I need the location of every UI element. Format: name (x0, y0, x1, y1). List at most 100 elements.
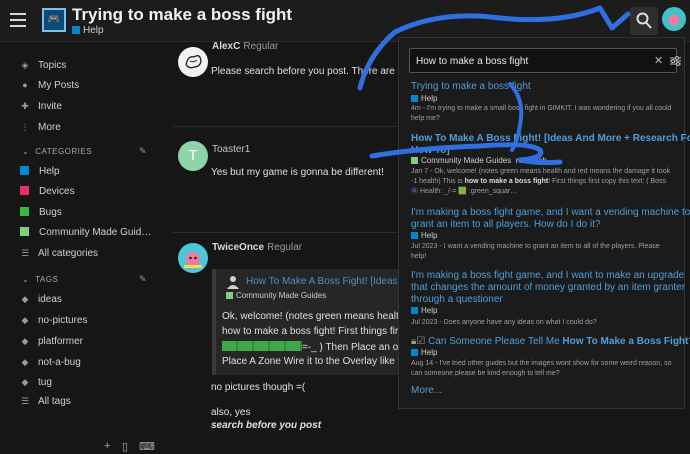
sidebar-item-label: no-pictures (38, 315, 88, 326)
edit-tags-icon[interactable]: ✎ (139, 274, 147, 285)
sidebar-category-help[interactable]: Help (20, 163, 60, 181)
current-user-avatar[interactable] (662, 7, 686, 31)
category-color-square (226, 292, 233, 299)
tag-icon: ◆ (21, 315, 29, 325)
search-result-category[interactable]: Help (411, 94, 437, 103)
site-logo-text: 🎮 (47, 14, 61, 25)
search-result-title-cont[interactable]: that changes the amount of money granted… (411, 282, 685, 294)
quoted-topic-category[interactable]: Community Made Guides (226, 291, 326, 300)
post-author[interactable]: TwiceOnce Regular (212, 242, 302, 253)
quote-line-text: =-_ ) Then Place an overla (302, 342, 400, 353)
phone-icon[interactable]: ▯ (122, 440, 128, 453)
avatar[interactable] (178, 47, 208, 77)
tags-section-header[interactable]: ⌄ TAGS (22, 275, 58, 284)
sidebar-item-label: Community Made Guid… (39, 227, 152, 238)
post-author[interactable]: AlexC Regular (212, 41, 278, 52)
sidebar-item-label: Invite (38, 101, 62, 112)
post-author[interactable]: Toaster1 (212, 144, 250, 155)
site-logo[interactable]: 🎮 (42, 8, 66, 32)
sidebar-item-label: Bugs (39, 207, 62, 218)
result-category-label: Help (421, 348, 438, 357)
blurb-text: ! First things first copy this text: ( B… (548, 178, 667, 185)
search-result-title-cont[interactable]: through a questioner (411, 294, 503, 306)
user-icon: ● (22, 80, 28, 90)
sidebar-category-community-guides[interactable]: Community Made Guid… (20, 224, 151, 242)
quoted-topic-onebox[interactable]: How To Make A Boss Fight! [Ideas An Comm… (212, 269, 400, 375)
result-title-highlight: How To Make a Boss Fight (562, 336, 689, 347)
avatar[interactable]: T (178, 141, 208, 171)
hamburger-menu-icon[interactable] (10, 13, 26, 27)
invite-icon: ✚ (21, 101, 29, 111)
advanced-search-icon[interactable] (670, 56, 681, 66)
category-color-square (411, 157, 418, 164)
sidebar-all-categories[interactable]: ☰ All categories (20, 244, 98, 262)
plus-icon[interactable]: + (104, 440, 110, 452)
tag-icon: ◆ (21, 377, 29, 387)
layers-icon: ◈ (21, 60, 29, 70)
search-result-title[interactable]: Trying to make a boss fight (411, 81, 531, 93)
author-role: Regular (267, 242, 303, 253)
sidebar-all-tags[interactable]: ☰ All tags (20, 392, 71, 410)
twiceonce-avatar-icon (184, 252, 202, 268)
sidebar-item-topics[interactable]: ◈ Topics (20, 56, 67, 74)
quote-line: how to make a boss fight! First things f… (222, 326, 400, 337)
search-result-title[interactable]: 🔒︎☑ Can Someone Please Tell Me How To Ma… (411, 336, 690, 348)
search-menu-panel: ✕ Trying to make a boss fight Help 4m - … (398, 37, 690, 409)
sidebar-tag-ideas[interactable]: ◆ ideas (20, 290, 62, 308)
sidebar-tag-no-pictures[interactable]: ◆ no-pictures (20, 311, 88, 329)
result-category-label: Help (421, 94, 438, 103)
sidebar-category-bugs[interactable]: Bugs (20, 204, 62, 222)
search-result-blurb: Aug 14 - I've tried other guides but the… (411, 360, 672, 367)
search-result-blurb: Ⓜ Health: _/-= 🟩 :green_squar… (411, 187, 517, 197)
sidebar-item-label: All categories (38, 248, 99, 259)
avatar[interactable] (178, 243, 208, 273)
search-input[interactable] (416, 53, 631, 69)
tags-header-label: TAGS (35, 275, 59, 284)
search-result-blurb: help me? (411, 115, 440, 122)
sidebar-item-label: Help (39, 166, 60, 177)
author-name: TwiceOnce (212, 242, 265, 253)
search-result-title[interactable]: How To Make A Boss Fight! [Ideas And Mor… (411, 133, 690, 145)
quoted-topic-title[interactable]: How To Make A Boss Fight! [Ideas An (246, 276, 400, 287)
search-result-blurb: -1 health) This is how to make a boss fi… (411, 177, 666, 187)
search-result-title[interactable]: I'm making a boss fight game, and I want… (411, 270, 684, 282)
sidebar-item-label: My Posts (38, 80, 80, 91)
category-color-square (411, 349, 418, 356)
search-result-title[interactable]: I'm making a boss fight game, and I want… (411, 207, 690, 219)
sidebar-item-label: More (38, 122, 61, 133)
search-result-category[interactable]: Help (411, 348, 437, 357)
sidebar-tag-platformer[interactable]: ◆ platformer (20, 332, 83, 350)
clear-search-icon[interactable]: ✕ (654, 54, 663, 67)
search-result-category[interactable]: Community Made Guides research (411, 156, 547, 165)
category-color-square (72, 26, 80, 34)
sidebar-item-label: Topics (38, 60, 67, 71)
avatar-emoji-icon: Ⓜ (411, 188, 418, 195)
category-color-square (20, 186, 29, 195)
sidebar-tag-tug[interactable]: ◆ tug (20, 373, 52, 391)
quote-line: Ok, welcome! (notes green means health a (222, 311, 400, 322)
sidebar: ◈ Topics ● My Posts ✚ Invite ⋮ More ⌄ CATEGOR… (0, 42, 160, 454)
result-title-text: Can Someone Please Tell Me (428, 336, 563, 347)
search-result-blurb: 4m - I'm trying to make a small boss fig… (411, 105, 672, 112)
sidebar-category-devices[interactable]: Devices (20, 183, 75, 201)
sidebar-item-label: tug (38, 377, 52, 388)
post-body: no pictures though =( (211, 382, 306, 393)
result-category-label: Community Made Guides (421, 156, 512, 165)
search-result-category[interactable]: Help (411, 231, 437, 240)
sidebar-item-more[interactable]: ⋮ More (20, 118, 61, 136)
keyboard-icon[interactable]: ⌨ (139, 440, 155, 453)
blurb-highlight: how to make a boss fight (464, 178, 549, 185)
search-result-title-cont[interactable]: grant an item to all players. How do I d… (411, 219, 601, 231)
list-icon: ☰ (20, 396, 30, 406)
more-results-link[interactable]: More... (411, 385, 442, 396)
search-result-blurb: Jul 2023 - Does anyone have any ideas on… (411, 319, 597, 326)
sidebar-item-my-posts[interactable]: ● My Posts (20, 76, 79, 94)
categories-section-header[interactable]: ⌄ CATEGORIES (22, 147, 92, 156)
search-button[interactable] (630, 7, 658, 35)
edit-categories-icon[interactable]: ✎ (139, 146, 147, 157)
sidebar-tag-not-a-bug[interactable]: ◆ not-a-bug (20, 353, 81, 371)
topic-category-badge[interactable]: Help (72, 25, 104, 36)
topic-title[interactable]: Trying to make a boss fight (72, 5, 292, 25)
search-result-category[interactable]: Help (411, 306, 437, 315)
sidebar-item-invite[interactable]: ✚ Invite (20, 97, 62, 115)
